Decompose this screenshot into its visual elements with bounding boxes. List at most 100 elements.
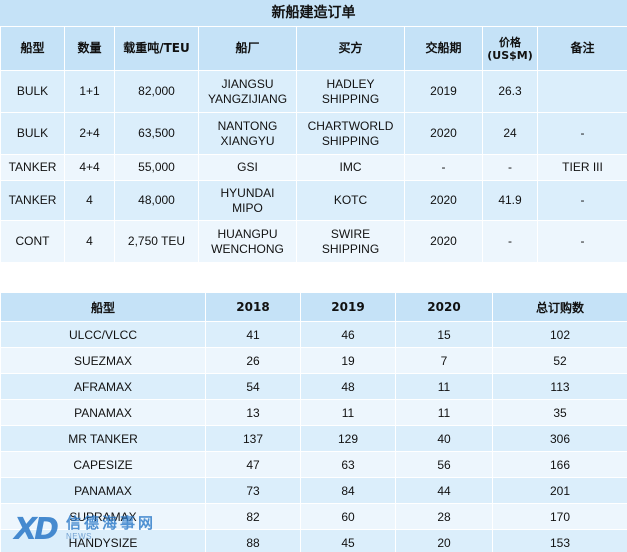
order-cell-buyer: HADLEY SHIPPING [296,70,405,113]
summary-col-ship-type: 船型 [0,292,206,322]
orderbook-summary-table: 船型 2018 2019 2020 总订购数 ULCC/VLCC 41 46 15 10… [0,292,627,552]
order-cell-price: - [482,220,538,263]
order-table: 船型 数量 载重吨/TEU 船厂 买方 交船期 价格 (US$M) 备注 BUL… [0,26,627,263]
order-cell-ship-type: CONT [0,220,65,263]
summary-cell-total: 166 [492,451,627,478]
summary-row: ULCC/VLCC 41 46 15 102 [0,321,627,348]
order-table-header-row: 船型 数量 载重吨/TEU 船厂 买方 交船期 价格 (US$M) 备注 [0,26,627,71]
summary-row: HANDYSIZE 88 45 20 153 [0,529,627,552]
summary-row: PANAMAX 73 84 44 201 [0,477,627,504]
order-cell-delivery: - [404,154,483,181]
summary-cell-2020: 56 [395,451,493,478]
summary-cell-2020: 11 [395,399,493,426]
order-cell-dwt-teu: 48,000 [114,180,199,221]
summary-cell-2018: 137 [205,425,301,452]
order-cell-remarks: TIER III [537,154,627,181]
order-cell-ship-type: BULK [0,112,65,155]
summary-cell-total: 170 [492,503,627,530]
summary-cell-total: 306 [492,425,627,452]
order-cell-dwt-teu: 63,500 [114,112,199,155]
order-cell-shipyard: HUANGPU WENCHONG [198,220,297,263]
order-cell-price: 41.9 [482,180,538,221]
summary-col-2018: 2018 [205,292,301,322]
summary-cell-2019: 46 [300,321,396,348]
order-cell-ship-type: TANKER [0,180,65,221]
col-header-buyer: 买方 [296,26,405,71]
summary-cell-2020: 28 [395,503,493,530]
summary-cell-2019: 19 [300,347,396,374]
order-row: BULK 1+1 82,000 JIANGSU YANGZIJIANG HADLEY S… [0,70,627,113]
summary-cell-2018: 54 [205,373,301,400]
summary-row: SUEZMAX 26 19 7 52 [0,347,627,374]
summary-cell-ship-type: CAPESIZE [0,451,206,478]
summary-cell-total: 52 [492,347,627,374]
summary-col-2020: 2020 [395,292,493,322]
order-cell-dwt-teu: 2,750 TEU [114,220,199,263]
summary-cell-2019: 63 [300,451,396,478]
summary-col-2019: 2019 [300,292,396,322]
order-row: BULK 2+4 63,500 NANTONG XIANGYU CHARTWORLD S… [0,112,627,155]
summary-cell-2018: 13 [205,399,301,426]
order-cell-shipyard: GSI [198,154,297,181]
order-cell-delivery: 2020 [404,112,483,155]
summary-cell-total: 113 [492,373,627,400]
summary-cell-ship-type: ULCC/VLCC [0,321,206,348]
order-cell-quantity: 4 [64,220,115,263]
order-cell-ship-type: TANKER [0,154,65,181]
summary-cell-total: 35 [492,399,627,426]
summary-cell-2020: 44 [395,477,493,504]
order-table-title: 新船建造订单 [0,0,627,26]
order-cell-dwt-teu: 82,000 [114,70,199,113]
summary-cell-2019: 11 [300,399,396,426]
order-cell-shipyard: JIANGSU YANGZIJIANG [198,70,297,113]
order-cell-delivery: 2020 [404,220,483,263]
summary-cell-2018: 41 [205,321,301,348]
summary-cell-2020: 15 [395,321,493,348]
summary-row: CAPESIZE 47 63 56 166 [0,451,627,478]
col-header-delivery: 交船期 [404,26,483,71]
order-cell-ship-type: BULK [0,70,65,113]
summary-cell-2019: 84 [300,477,396,504]
summary-cell-ship-type: PANAMAX [0,477,206,504]
summary-cell-ship-type: HANDYSIZE [0,529,206,552]
summary-cell-2019: 45 [300,529,396,552]
summary-cell-2018: 88 [205,529,301,552]
order-cell-remarks: - [537,112,627,155]
summary-header-row: 船型 2018 2019 2020 总订购数 [0,292,627,322]
col-header-dwt-teu: 载重吨/TEU [114,26,199,71]
order-cell-quantity: 4+4 [64,154,115,181]
summary-cell-ship-type: PANAMAX [0,399,206,426]
summary-cell-ship-type: SUPRAMAX [0,503,206,530]
order-cell-buyer: CHARTWORLD SHIPPING [296,112,405,155]
summary-cell-2020: 11 [395,373,493,400]
summary-cell-2019: 48 [300,373,396,400]
summary-cell-2018: 47 [205,451,301,478]
order-cell-buyer: SWIRE SHIPPING [296,220,405,263]
order-cell-buyer: IMC [296,154,405,181]
order-cell-quantity: 4 [64,180,115,221]
order-cell-price: 26.3 [482,70,538,113]
summary-cell-2020: 7 [395,347,493,374]
summary-cell-ship-type: SUEZMAX [0,347,206,374]
summary-row: PANAMAX 13 11 11 35 [0,399,627,426]
order-cell-shipyard: HYUNDAI MIPO [198,180,297,221]
summary-cell-2019: 60 [300,503,396,530]
summary-col-total: 总订购数 [492,292,627,322]
order-row: TANKER 4+4 55,000 GSI IMC - - TIER III [0,154,627,181]
summary-row: MR TANKER 137 129 40 306 [0,425,627,452]
order-cell-quantity: 1+1 [64,70,115,113]
col-header-price: 价格 (US$M) [482,26,538,71]
summary-cell-2020: 40 [395,425,493,452]
summary-cell-ship-type: MR TANKER [0,425,206,452]
summary-row: SUPRAMAX 82 60 28 170 [0,503,627,530]
summary-cell-2020: 20 [395,529,493,552]
summary-cell-2018: 82 [205,503,301,530]
order-cell-delivery: 2020 [404,180,483,221]
col-header-remarks: 备注 [537,26,627,71]
order-row: TANKER 4 48,000 HYUNDAI MIPO KOTC 2020 41.9- [0,180,627,221]
summary-row: AFRAMAX 54 48 11 113 [0,373,627,400]
order-cell-shipyard: NANTONG XIANGYU [198,112,297,155]
order-cell-remarks: - [537,180,627,221]
order-cell-dwt-teu: 55,000 [114,154,199,181]
order-row: CONT 4 2,750 TEU HUANGPU WENCHONG SWIRE SHIP… [0,220,627,263]
